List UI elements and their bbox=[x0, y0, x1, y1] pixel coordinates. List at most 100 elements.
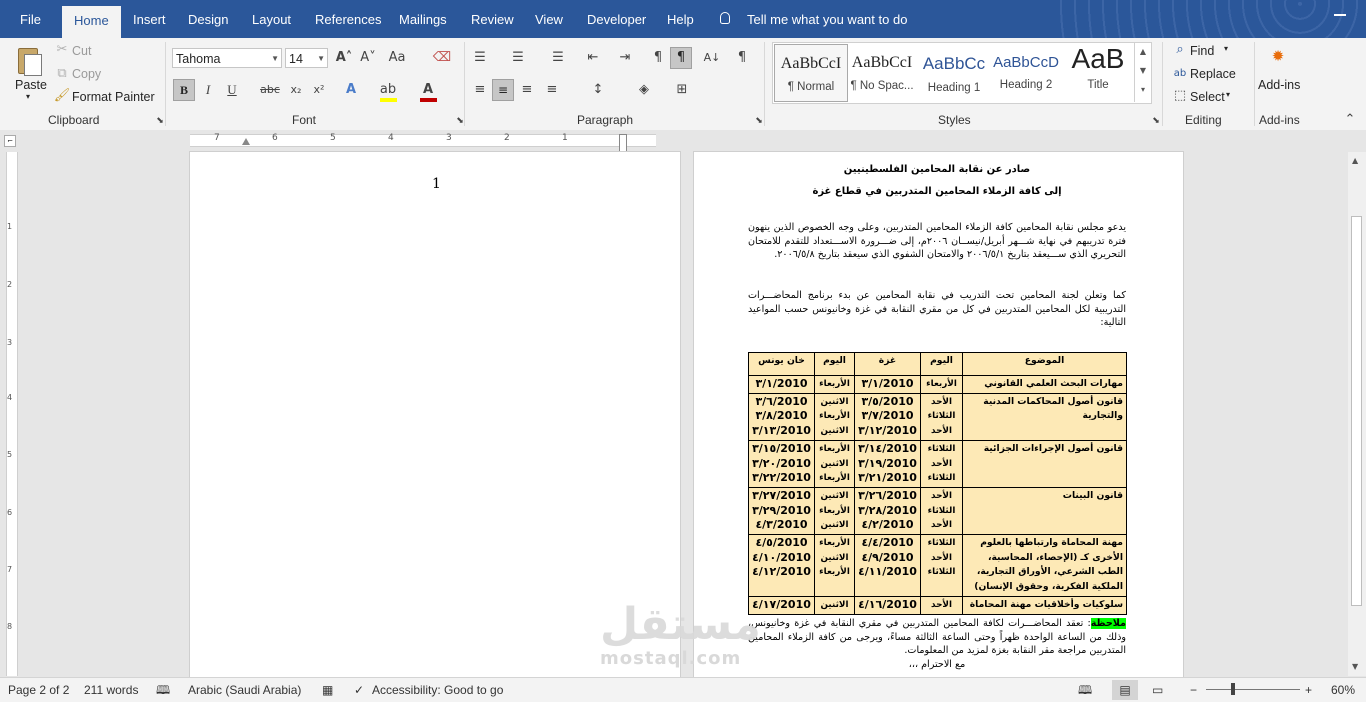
font-color-icon[interactable]: A bbox=[418, 80, 438, 100]
cut-button[interactable]: Cut bbox=[72, 44, 91, 58]
show-formatting-icon[interactable]: ¶ bbox=[732, 48, 752, 68]
macro-icon[interactable]: ▦ bbox=[322, 678, 333, 702]
style-title[interactable]: AaB Title bbox=[1062, 44, 1134, 100]
align-left-icon[interactable]: ≡ bbox=[470, 80, 490, 100]
scroll-up-icon[interactable]: ▲ bbox=[1135, 42, 1151, 61]
table-cell-day1: الأحد الثلاثاء الأحد bbox=[920, 392, 963, 441]
numbering-icon[interactable]: ☰ bbox=[508, 48, 528, 68]
underline-icon[interactable]: U bbox=[222, 80, 242, 100]
tell-me-search[interactable]: Tell me what you want to do bbox=[747, 0, 907, 38]
tab-mailings[interactable]: Mailings bbox=[399, 0, 447, 38]
accessibility-status[interactable]: Accessibility: Good to go bbox=[372, 678, 503, 702]
highlight-color-icon[interactable]: ab bbox=[378, 80, 398, 100]
shading-icon[interactable]: ◈ bbox=[634, 80, 654, 100]
zoom-in-icon[interactable]: + bbox=[1305, 678, 1312, 702]
minimize-ribbon-icon[interactable] bbox=[1334, 14, 1346, 16]
strikethrough-icon[interactable]: abc bbox=[260, 80, 280, 100]
tab-view[interactable]: View bbox=[535, 0, 563, 38]
dialog-launcher-icon[interactable]: ⬊ bbox=[749, 111, 769, 131]
paste-icon[interactable] bbox=[16, 44, 42, 76]
title-decoration bbox=[1060, 0, 1360, 38]
tab-developer[interactable]: Developer bbox=[587, 0, 646, 38]
rtl-paragraph-button[interactable]: ¶ bbox=[670, 47, 692, 69]
zoom-slider-thumb[interactable] bbox=[1231, 683, 1235, 695]
tab-file[interactable]: File bbox=[20, 0, 41, 38]
text-effects-icon[interactable]: A bbox=[341, 80, 361, 100]
paragraph-2: كما وتعلن لجنة المحامين تحت التدريب في ن… bbox=[748, 290, 1126, 329]
multilevel-list-icon[interactable]: ☰ bbox=[548, 48, 568, 68]
sort-icon[interactable]: A↓ bbox=[702, 48, 722, 68]
justify-icon[interactable]: ≡ bbox=[542, 80, 562, 100]
tab-home[interactable]: Home bbox=[62, 6, 121, 38]
bold-button[interactable]: B bbox=[173, 79, 195, 101]
borders-icon[interactable]: ⊞ bbox=[672, 80, 692, 100]
align-right-icon[interactable]: ≡ bbox=[517, 80, 537, 100]
tab-design[interactable]: Design bbox=[188, 0, 228, 38]
format-painter-button[interactable]: Format Painter bbox=[72, 90, 155, 104]
font-name-combo[interactable]: Tahoma ▼ bbox=[172, 48, 282, 68]
proofing-icon[interactable]: 🕮 bbox=[156, 678, 170, 702]
increase-indent-icon[interactable]: ⇥ bbox=[615, 48, 635, 68]
language-status[interactable]: Arabic (Saudi Arabia) bbox=[188, 678, 301, 702]
word-count-status[interactable]: 211 words bbox=[84, 678, 138, 702]
style-preview: AaB bbox=[1071, 44, 1125, 74]
superscript-icon[interactable]: x² bbox=[309, 80, 329, 100]
tab-review[interactable]: Review bbox=[471, 0, 514, 38]
replace-button[interactable]: Replace bbox=[1190, 67, 1236, 81]
grow-font-icon[interactable]: A˄ bbox=[334, 48, 354, 68]
page-count-status[interactable]: Page 2 of 2 bbox=[8, 678, 69, 702]
scroll-down-icon[interactable]: ▼ bbox=[1135, 61, 1151, 80]
scroll-down-icon[interactable]: ▼ bbox=[1352, 662, 1358, 671]
add-ins-button[interactable]: Add-ins bbox=[1258, 78, 1300, 92]
align-center-button[interactable]: ≡ bbox=[492, 79, 514, 101]
font-size-value: 14 bbox=[289, 52, 303, 66]
zoom-level[interactable]: 60% bbox=[1331, 678, 1355, 702]
table-header-row: الموضوع اليوم غزة اليوم خان يونس bbox=[748, 352, 1127, 376]
line-spacing-icon[interactable]: ↕ bbox=[588, 80, 608, 100]
font-size-combo[interactable]: 14 ▼ bbox=[285, 48, 328, 68]
web-layout-icon[interactable]: ▭ bbox=[1152, 678, 1163, 702]
indent-marker-icon[interactable] bbox=[242, 138, 250, 145]
paste-button[interactable]: Paste bbox=[15, 78, 47, 92]
style-heading-1[interactable]: AaBbCc Heading 1 bbox=[918, 44, 990, 100]
shrink-font-icon[interactable]: A˅ bbox=[358, 48, 378, 68]
ruler-number: 6 bbox=[272, 133, 278, 143]
find-button[interactable]: Find bbox=[1190, 44, 1214, 58]
style-heading-2[interactable]: AaBbCcD Heading 2 bbox=[990, 44, 1062, 100]
tab-insert[interactable]: Insert bbox=[133, 0, 166, 38]
more-styles-icon[interactable]: ▾ bbox=[1135, 80, 1151, 99]
tab-help[interactable]: Help bbox=[667, 0, 694, 38]
scrollbar-thumb[interactable] bbox=[1351, 216, 1362, 606]
dialog-launcher-icon[interactable]: ⬊ bbox=[1146, 111, 1166, 131]
horizontal-ruler[interactable] bbox=[190, 134, 656, 147]
indent-marker-icon[interactable] bbox=[619, 134, 627, 152]
vertical-scrollbar[interactable]: ▲ ▼ bbox=[1348, 152, 1366, 676]
bullets-icon[interactable]: ☰ bbox=[470, 48, 490, 68]
collapse-ribbon-icon[interactable]: ⌃ bbox=[1340, 110, 1360, 130]
print-layout-icon[interactable]: ▤ bbox=[1112, 680, 1138, 700]
change-case-icon[interactable]: Aa bbox=[387, 48, 407, 68]
column-header: اليوم bbox=[920, 352, 963, 376]
tab-selector-icon[interactable]: ⌐ bbox=[4, 135, 16, 147]
clear-formatting-icon[interactable]: ⌫ bbox=[432, 48, 452, 68]
scroll-up-icon[interactable]: ▲ bbox=[1352, 156, 1358, 165]
read-mode-icon[interactable]: 🕮 bbox=[1078, 678, 1092, 702]
dialog-launcher-icon[interactable]: ⬊ bbox=[450, 111, 470, 131]
chevron-down-icon[interactable]: ▾ bbox=[1226, 90, 1230, 99]
tab-layout[interactable]: Layout bbox=[252, 0, 291, 38]
chevron-down-icon[interactable]: ▾ bbox=[1224, 44, 1228, 53]
ltr-paragraph-icon[interactable]: ¶ bbox=[648, 48, 668, 68]
zoom-slider-track[interactable] bbox=[1206, 689, 1300, 690]
paste-dropdown-icon[interactable]: ▾ bbox=[26, 92, 30, 101]
copy-button[interactable]: Copy bbox=[72, 67, 101, 81]
style-no-spacing[interactable]: AaBbCcI ¶ No Spac... bbox=[846, 44, 918, 100]
ruler-number: 7 bbox=[214, 133, 220, 143]
subscript-icon[interactable]: x₂ bbox=[286, 80, 306, 100]
dialog-launcher-icon[interactable]: ⬊ bbox=[150, 111, 170, 131]
style-normal[interactable]: AaBbCcI ¶ Normal bbox=[774, 44, 848, 102]
tab-references[interactable]: References bbox=[315, 0, 381, 38]
italic-icon[interactable]: I bbox=[198, 80, 218, 100]
zoom-out-icon[interactable]: − bbox=[1190, 678, 1197, 702]
decrease-indent-icon[interactable]: ⇤ bbox=[583, 48, 603, 68]
select-button[interactable]: Select bbox=[1190, 90, 1225, 104]
